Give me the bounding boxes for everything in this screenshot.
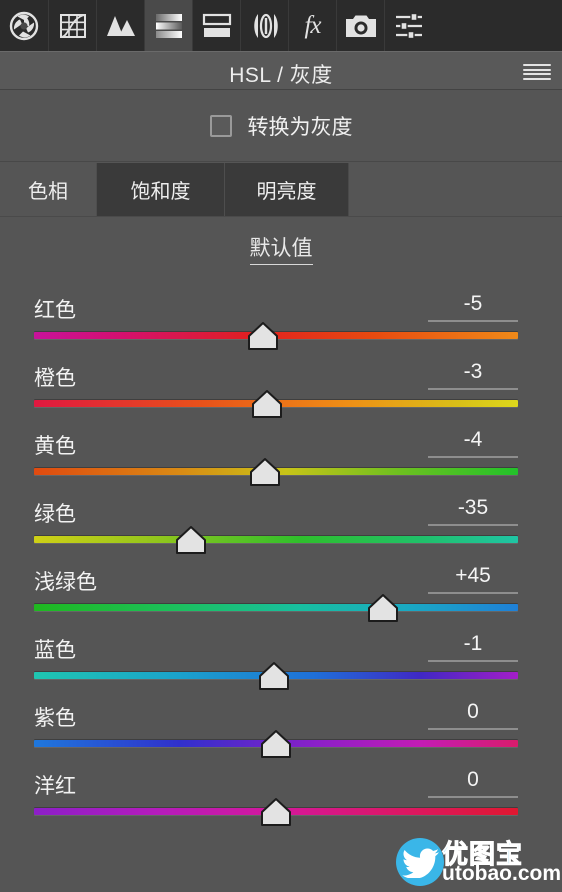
- tabs-filler: [348, 163, 562, 216]
- slider-label: 洋红: [34, 775, 76, 798]
- slider-value: -5: [463, 292, 483, 315]
- slider-value-field[interactable]: -1: [428, 632, 518, 662]
- fx-label: fx: [304, 12, 321, 39]
- slider-value-underline: [428, 728, 518, 730]
- detail-mountain-icon[interactable]: [96, 0, 144, 51]
- hamburger-icon[interactable]: [523, 63, 551, 81]
- slider-value: -3: [463, 360, 483, 383]
- camera-raw-panel: fx HSL / 灰度 转换为灰度 色相 饱和度 明亮度 默认值 红色 -5 橙…: [0, 0, 562, 892]
- watermark: 优图宝 utobao.com: [390, 832, 561, 890]
- slider-value-underline: [428, 320, 518, 322]
- tab-hue[interactable]: 色相: [0, 163, 96, 216]
- slider-label: 绿色: [34, 503, 76, 526]
- module-toolbar: fx: [0, 0, 562, 51]
- slider-label: 紫色: [34, 707, 76, 730]
- camera-calibration-icon[interactable]: [336, 0, 384, 51]
- slider-row: 绿色 -35: [0, 484, 562, 555]
- slider-label: 黄色: [34, 435, 76, 458]
- slider-value-field[interactable]: 0: [428, 700, 518, 730]
- slider-thumb[interactable]: [174, 525, 208, 555]
- slider-thumb[interactable]: [259, 797, 293, 827]
- slider-value-underline: [428, 388, 518, 390]
- slider-value: 0: [467, 768, 479, 791]
- slider-value-underline: [428, 796, 518, 798]
- hsl-tabs: 色相 饱和度 明亮度: [0, 163, 562, 217]
- watermark-domain: utobao.com: [442, 862, 561, 885]
- slider-row: 橙色 -3: [0, 348, 562, 419]
- twitter-bird-icon: [402, 848, 439, 878]
- slider-thumb[interactable]: [246, 321, 280, 351]
- default-link-row: 默认值: [0, 217, 562, 279]
- panel-header: HSL / 灰度: [0, 51, 562, 90]
- slider-row: 浅绿色 +45: [0, 552, 562, 623]
- slider-row: 洋红 0: [0, 756, 562, 827]
- slider-track[interactable]: [34, 536, 518, 543]
- slider-value-field[interactable]: -4: [428, 428, 518, 458]
- slider-thumb[interactable]: [259, 729, 293, 759]
- effects-fx-icon[interactable]: fx: [288, 0, 336, 51]
- slider-row: 紫色 0: [0, 688, 562, 759]
- lens-corrections-icon[interactable]: [240, 0, 288, 51]
- slider-label: 红色: [34, 299, 76, 322]
- slider-value-underline: [428, 456, 518, 458]
- slider-label: 蓝色: [34, 639, 76, 662]
- slider-row: 红色 -5: [0, 280, 562, 351]
- hsl-grayscale-icon[interactable]: [144, 0, 192, 51]
- slider-row: 黄色 -4: [0, 416, 562, 487]
- presets-sliders-icon[interactable]: [384, 0, 432, 51]
- slider-value-field[interactable]: +45: [428, 564, 518, 594]
- tab-luminance-label: 明亮度: [256, 181, 317, 203]
- slider-row: 蓝色 -1: [0, 620, 562, 691]
- slider-track[interactable]: [34, 604, 518, 611]
- slider-label: 浅绿色: [34, 571, 97, 594]
- slider-value-underline: [428, 660, 518, 662]
- reset-to-default-link[interactable]: 默认值: [249, 232, 313, 265]
- slider-thumb[interactable]: [366, 593, 400, 623]
- tone-curve-icon[interactable]: [48, 0, 96, 51]
- slider-label: 橙色: [34, 367, 76, 390]
- aperture-icon[interactable]: [0, 0, 48, 51]
- slider-value: 0: [467, 700, 479, 723]
- tab-saturation[interactable]: 饱和度: [96, 163, 224, 216]
- slider-thumb[interactable]: [257, 661, 291, 691]
- slider-thumb[interactable]: [248, 457, 282, 487]
- slider-value-underline: [428, 592, 518, 594]
- tab-saturation-label: 饱和度: [130, 181, 191, 203]
- hue-sliders-list: 红色 -5 橙色 -3 黄色 -4 绿色 -35 浅绿色 +45 蓝色 -1 紫色 0 洋红 0: [0, 280, 562, 827]
- slider-value: -4: [463, 428, 483, 451]
- slider-value-field[interactable]: 0: [428, 768, 518, 798]
- slider-value-field[interactable]: -5: [428, 292, 518, 322]
- slider-value: -1: [463, 632, 483, 655]
- page-title: HSL / 灰度: [229, 64, 333, 87]
- slider-thumb[interactable]: [250, 389, 284, 419]
- slider-value-field[interactable]: -35: [428, 496, 518, 526]
- convert-to-grayscale-checkbox[interactable]: [209, 114, 232, 137]
- slider-value-field[interactable]: -3: [428, 360, 518, 390]
- split-toning-icon[interactable]: [192, 0, 240, 51]
- tab-luminance[interactable]: 明亮度: [224, 163, 348, 216]
- slider-value: -35: [457, 496, 489, 519]
- slider-value: +45: [455, 564, 491, 587]
- slider-value-underline: [428, 524, 518, 526]
- convert-to-grayscale-label: 转换为灰度: [247, 115, 353, 139]
- tab-hue-label: 色相: [28, 181, 68, 203]
- convert-to-grayscale-row[interactable]: 转换为灰度: [0, 90, 562, 162]
